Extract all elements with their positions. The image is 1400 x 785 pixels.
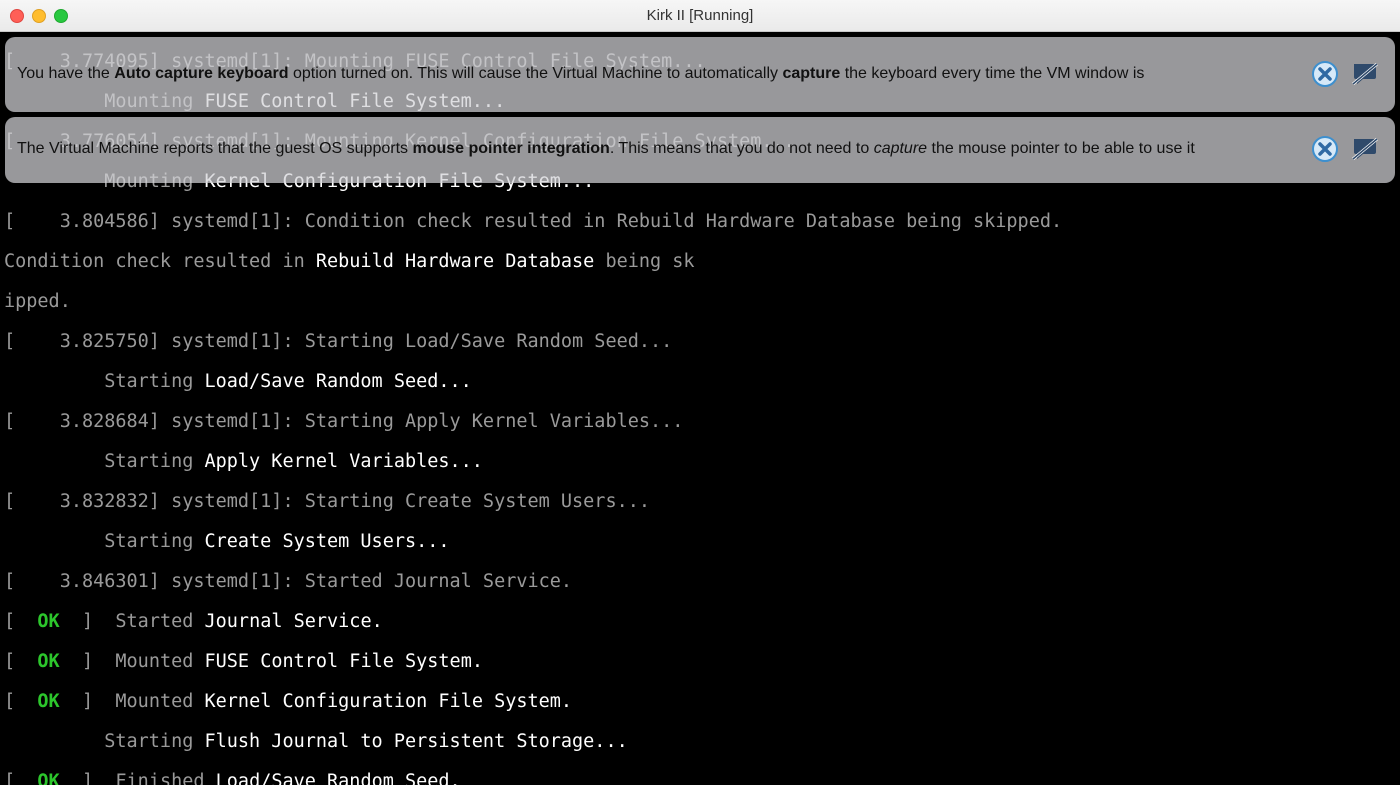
notification-settings-button[interactable] — [1351, 60, 1379, 88]
status-ok: OK — [37, 611, 59, 632]
minimize-window-button[interactable] — [32, 9, 46, 23]
close-icon — [1311, 135, 1339, 163]
close-icon — [1311, 60, 1339, 88]
kmsg: [ 3.832832] systemd[1]: Starting Create … — [4, 491, 650, 512]
vm-display[interactable]: [ 3.774095] systemd[1]: Mounting FUSE Co… — [0, 32, 1400, 785]
notification-settings-button[interactable] — [1351, 135, 1379, 163]
dismiss-notification-button[interactable] — [1311, 60, 1339, 88]
speech-bubble-slash-icon — [1351, 135, 1379, 163]
kmsg: [ 3.804586] systemd[1]: Condition check … — [4, 211, 1062, 232]
kmsg: [ 3.825750] systemd[1]: Starting Load/Sa… — [4, 331, 672, 352]
traffic-lights — [10, 9, 68, 23]
notification-auto-capture-keyboard: You have the Auto capture keyboard optio… — [5, 37, 1395, 112]
notification-mouse-integration: The Virtual Machine reports that the gue… — [5, 117, 1395, 183]
speech-bubble-slash-icon — [1351, 60, 1379, 88]
status-ok: OK — [37, 651, 59, 672]
notification-text: The Virtual Machine reports that the gue… — [17, 137, 1301, 160]
notification-text: You have the Auto capture keyboard optio… — [17, 62, 1301, 85]
window-titlebar: Kirk II [Running] — [0, 0, 1400, 32]
zoom-window-button[interactable] — [54, 9, 68, 23]
kmsg: [ 3.828684] systemd[1]: Starting Apply K… — [4, 411, 683, 432]
window-title: Kirk II [Running] — [0, 7, 1400, 24]
dismiss-notification-button[interactable] — [1311, 135, 1339, 163]
status-ok: OK — [37, 771, 59, 785]
close-window-button[interactable] — [10, 9, 24, 23]
kmsg: [ 3.846301] systemd[1]: Started Journal … — [4, 571, 572, 592]
status-ok: OK — [37, 691, 59, 712]
